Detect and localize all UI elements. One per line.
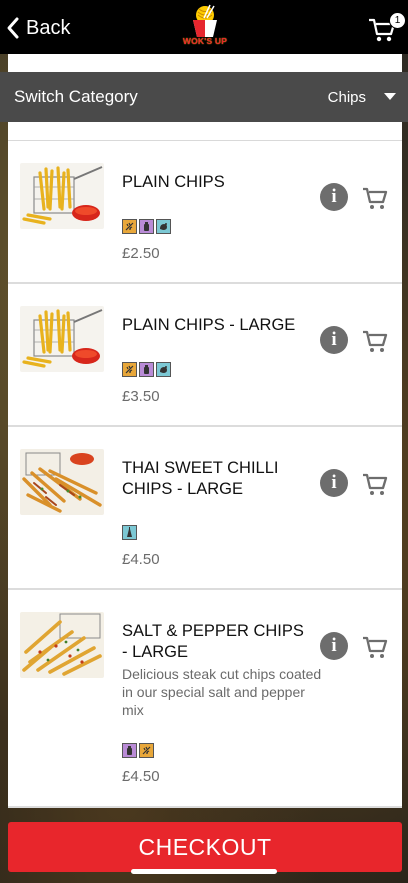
info-button[interactable]: i bbox=[320, 469, 348, 497]
info-button[interactable]: i bbox=[320, 632, 348, 660]
product-price: £2.50 bbox=[122, 245, 160, 262]
logo-text: WOK'S UP bbox=[182, 36, 228, 46]
checkout-label: CHECKOUT bbox=[138, 833, 272, 860]
product-image bbox=[20, 612, 104, 678]
back-button[interactable]: Back bbox=[6, 12, 70, 44]
dietary-icons bbox=[122, 219, 171, 234]
shellfish-icon bbox=[156, 362, 171, 377]
product-image bbox=[20, 163, 104, 229]
info-icon: i bbox=[331, 472, 337, 493]
dietary-icons bbox=[122, 362, 171, 377]
wheat-icon bbox=[139, 743, 154, 758]
product-card[interactable]: PLAIN CHIPS £2.50 i bbox=[8, 141, 402, 284]
top-card-edge bbox=[8, 54, 402, 72]
bottle-icon bbox=[139, 362, 154, 377]
add-to-cart-icon bbox=[363, 187, 388, 209]
bottle-icon bbox=[139, 219, 154, 234]
switch-category-bar: Switch Category Chips bbox=[0, 72, 408, 122]
product-description: Delicious steak cut chips coated in our … bbox=[122, 666, 322, 718]
home-indicator bbox=[131, 869, 277, 874]
wheat-icon bbox=[122, 219, 137, 234]
add-to-cart-icon bbox=[363, 473, 388, 495]
product-name: THAI SWEET CHILLI CHIPS - LARGE bbox=[122, 459, 279, 498]
sweet-chilli-fries-image bbox=[20, 449, 104, 515]
top-nav-bar: Back WOK'S UP 1 bbox=[0, 0, 408, 54]
previous-card-edge bbox=[8, 122, 402, 141]
add-to-cart-button[interactable] bbox=[362, 185, 388, 211]
product-list: PLAIN CHIPS £2.50 i PLAIN CHIPS - LARGE … bbox=[8, 122, 402, 808]
cart-count-badge: 1 bbox=[389, 12, 406, 29]
product-price: £3.50 bbox=[122, 388, 160, 405]
info-icon: i bbox=[331, 329, 337, 350]
bottle-icon bbox=[122, 743, 137, 758]
switch-category-label: Switch Category bbox=[14, 87, 138, 106]
product-name: PLAIN CHIPS bbox=[122, 173, 225, 191]
category-dropdown[interactable]: Chips bbox=[300, 80, 400, 114]
wheat-icon bbox=[122, 362, 137, 377]
product-image bbox=[20, 306, 104, 372]
product-card[interactable]: SALT & PEPPER CHIPS - LARGE Delicious st… bbox=[8, 590, 402, 808]
product-name: PLAIN CHIPS - LARGE bbox=[122, 316, 296, 334]
shellfish-icon bbox=[156, 219, 171, 234]
product-name: SALT & PEPPER CHIPS - LARGE bbox=[122, 622, 304, 661]
info-icon: i bbox=[331, 635, 337, 656]
fries-basket-image bbox=[20, 306, 104, 372]
product-price: £4.50 bbox=[122, 551, 160, 568]
add-to-cart-button[interactable] bbox=[362, 634, 388, 660]
noodle-box-logo-icon bbox=[193, 4, 217, 37]
checkout-button[interactable]: CHECKOUT bbox=[8, 822, 402, 872]
dietary-icons bbox=[122, 525, 137, 540]
app-logo: WOK'S UP bbox=[180, 4, 230, 52]
product-card[interactable]: THAI SWEET CHILLI CHIPS - LARGE £4.50 i bbox=[8, 427, 402, 590]
caret-down-icon bbox=[384, 93, 396, 100]
add-to-cart-button[interactable] bbox=[362, 328, 388, 354]
celery-icon bbox=[122, 525, 137, 540]
info-button[interactable]: i bbox=[320, 326, 348, 354]
product-card[interactable]: PLAIN CHIPS - LARGE £3.50 i bbox=[8, 284, 402, 427]
product-image bbox=[20, 449, 104, 515]
add-to-cart-icon bbox=[363, 330, 388, 352]
salt-pepper-fries-image bbox=[20, 612, 104, 678]
info-button[interactable]: i bbox=[320, 183, 348, 211]
chevron-left-icon bbox=[7, 17, 19, 39]
add-to-cart-icon bbox=[363, 636, 388, 658]
back-label: Back bbox=[26, 16, 71, 39]
dietary-icons bbox=[122, 743, 154, 758]
header-cart-button[interactable]: 1 bbox=[368, 12, 406, 44]
product-price: £4.50 bbox=[122, 768, 160, 785]
fries-basket-image bbox=[20, 163, 104, 229]
category-dropdown-value: Chips bbox=[327, 88, 366, 106]
add-to-cart-button[interactable] bbox=[362, 471, 388, 497]
info-icon: i bbox=[331, 186, 337, 207]
